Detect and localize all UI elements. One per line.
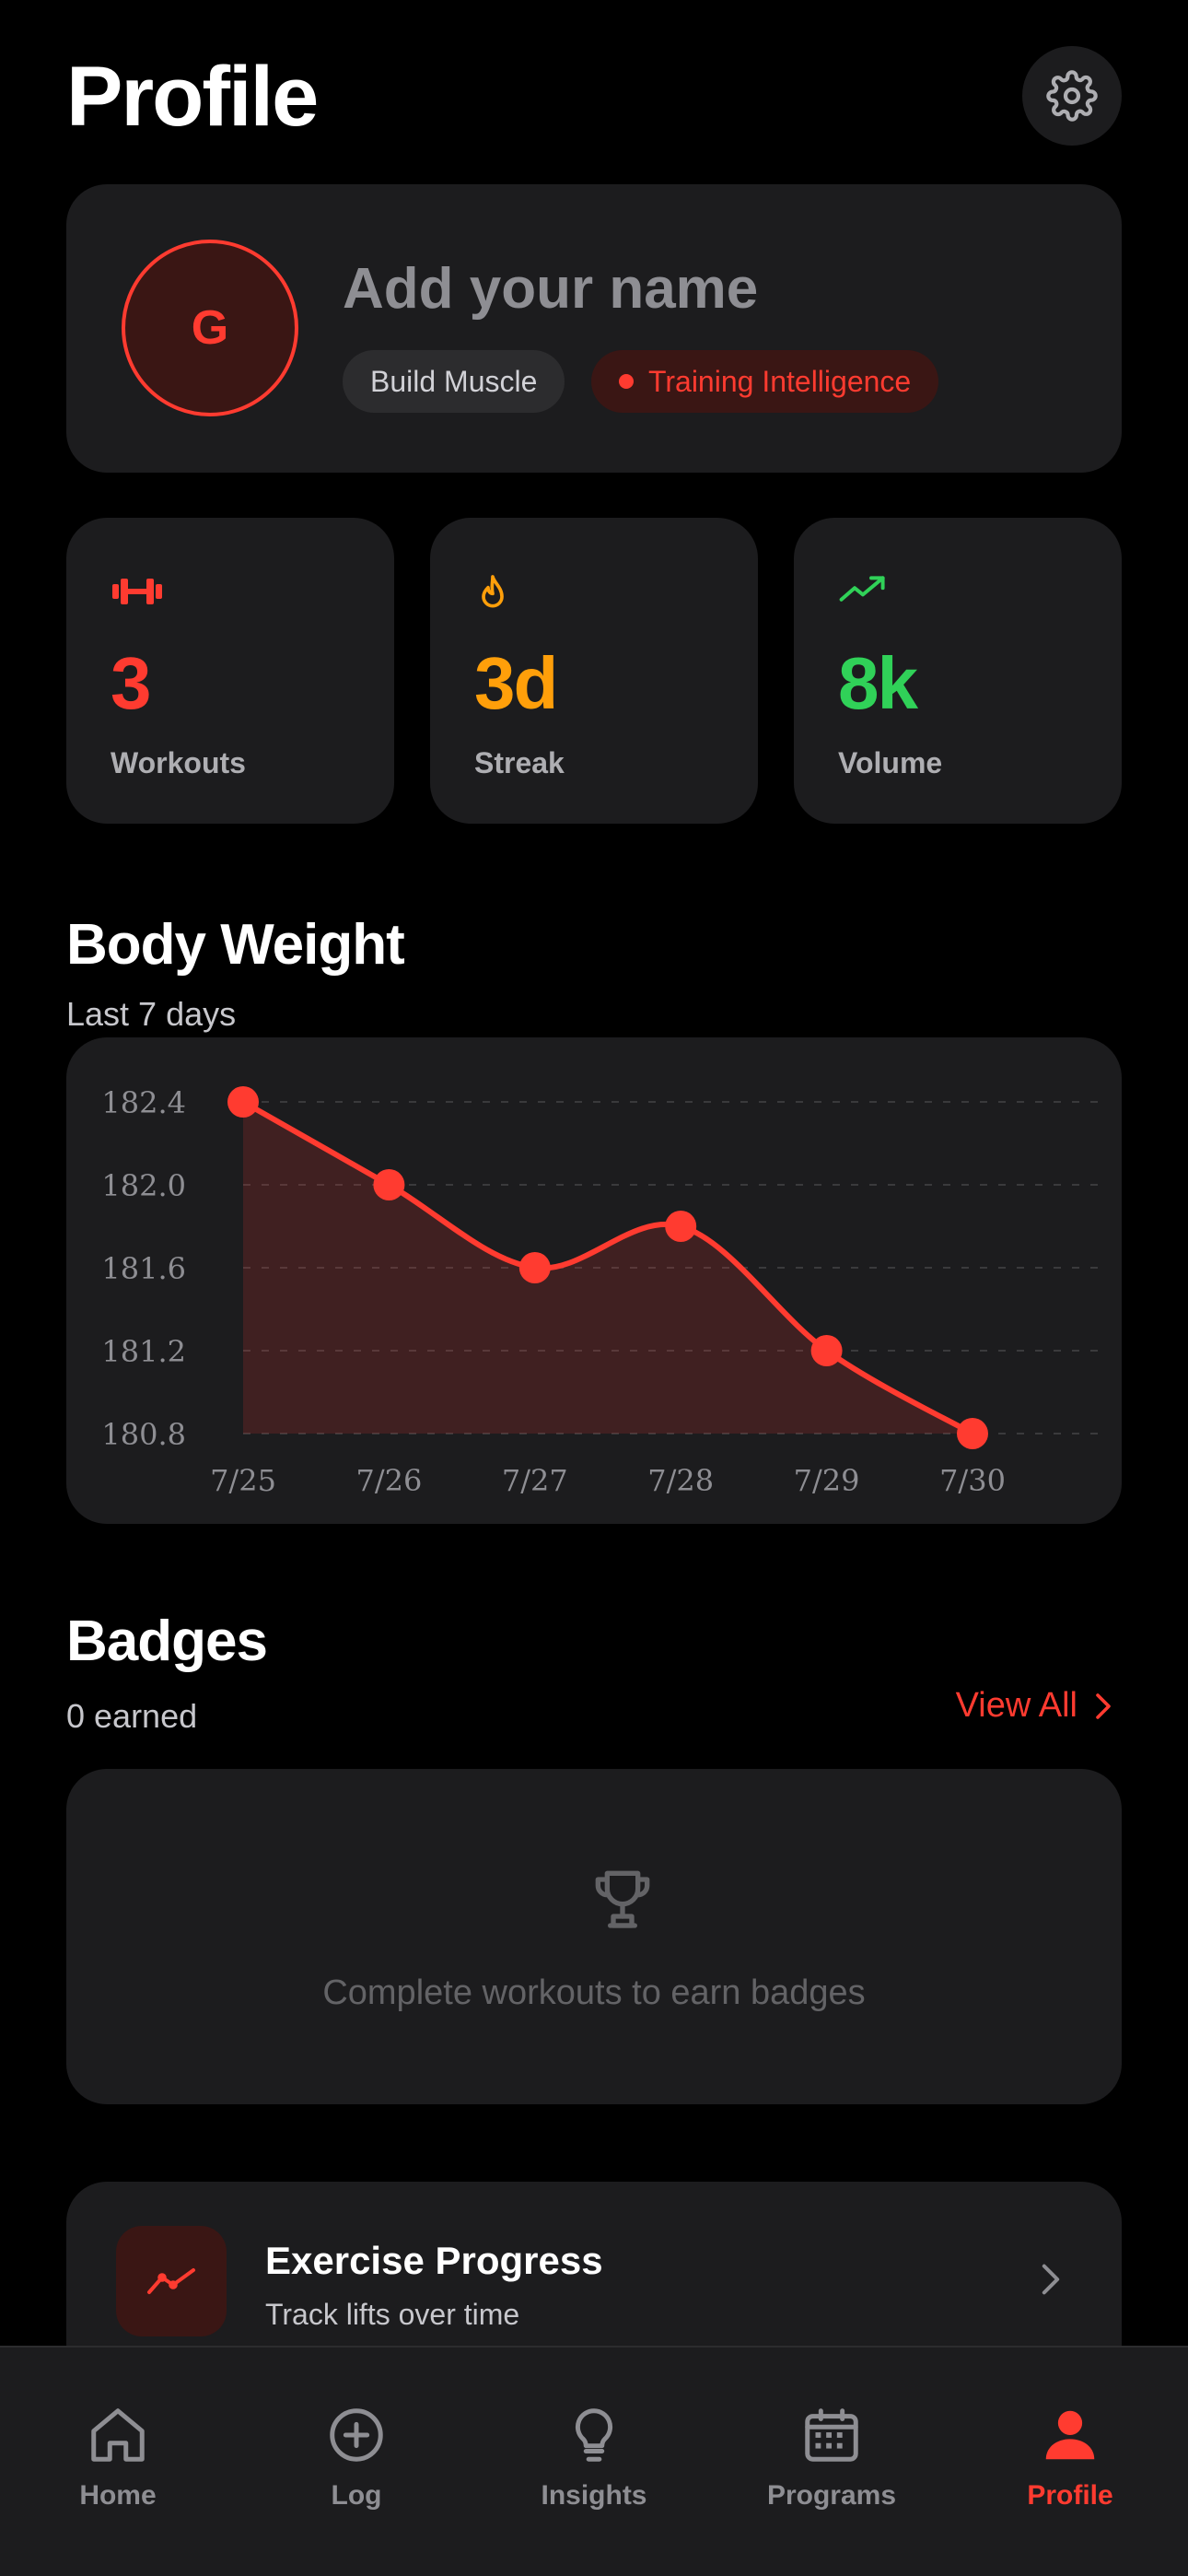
body-weight-title: Body Weight [66, 913, 405, 977]
progress-icon-tile [116, 2226, 227, 2336]
lightbulb-icon [575, 2408, 613, 2462]
goal-chip-label: Build Muscle [370, 364, 538, 398]
home-icon [91, 2408, 145, 2462]
tab-home[interactable]: Home [35, 2403, 201, 2532]
tab-profile[interactable]: Profile [987, 2403, 1153, 2532]
area-fill [243, 1102, 973, 1434]
tab-log[interactable]: Log [274, 2403, 439, 2532]
volume-value: 8k [838, 642, 918, 724]
trending-up-icon [147, 2268, 195, 2294]
y-tick-label: 181.6 [101, 1251, 186, 1286]
trending-up-icon [839, 576, 885, 602]
stat-card-workouts: 3 Workouts [66, 518, 394, 824]
gear-icon [1046, 70, 1098, 122]
x-tick-label: 7/27 [502, 1463, 568, 1498]
tab-profile-label: Profile [1027, 2480, 1113, 2511]
badges-title: Badges [66, 1610, 268, 1673]
volume-label: Volume [838, 746, 943, 779]
weight-chart-svg: 182.4 182.0 181.6 181.2 180.8 7/25 7/26 7/27 7/2… [101, 1085, 1098, 1498]
chevron-right-icon [1096, 1692, 1111, 1719]
data-point [227, 1086, 259, 1118]
goal-chip[interactable]: Build Muscle [343, 350, 565, 413]
training-intelligence-label: Training Intelligence [648, 364, 912, 398]
flame-icon [482, 575, 504, 608]
tab-programs[interactable]: Programs [749, 2403, 914, 2532]
tab-bar: Home Log Insights Programs Profile [0, 2346, 1188, 2576]
stat-card-streak: 3d Streak [430, 518, 758, 824]
x-tick-label: 7/26 [355, 1463, 422, 1498]
settings-button[interactable] [1022, 46, 1122, 146]
badges-subtitle: 0 earned [66, 1697, 198, 1735]
trophy-icon [595, 1870, 650, 1928]
name-placeholder[interactable]: Add your name [343, 256, 758, 322]
streak-value: 3d [474, 642, 558, 724]
data-point [810, 1335, 843, 1366]
tab-log-label: Log [331, 2480, 382, 2511]
stat-card-volume: 8k Volume [794, 518, 1122, 824]
x-tick-label: 7/25 [210, 1463, 276, 1498]
body-weight-subtitle: Last 7 days [66, 995, 237, 1033]
y-tick-label: 180.8 [101, 1417, 186, 1452]
workouts-value: 3 [111, 642, 151, 724]
person-icon [1045, 2410, 1095, 2460]
view-all-link[interactable]: View All [956, 1686, 1112, 1726]
streak-label: Streak [474, 746, 565, 779]
profile-card[interactable]: G Add your name Build Muscle Training In… [66, 184, 1122, 473]
data-point [518, 1252, 551, 1283]
calendar-icon [805, 2408, 858, 2462]
badges-empty-text: Complete workouts to earn badges [322, 1973, 866, 2012]
y-tick-label: 181.2 [101, 1334, 186, 1369]
page-title: Profile [66, 50, 319, 144]
x-tick-label: 7/28 [647, 1463, 714, 1498]
tab-programs-label: Programs [766, 2480, 897, 2511]
view-all-label: View All [955, 1686, 1077, 1725]
avatar[interactable]: G [122, 240, 298, 416]
tab-home-label: Home [79, 2480, 157, 2511]
status-dot [619, 374, 634, 389]
chevron-right-icon [1042, 2264, 1060, 2295]
data-point [957, 1418, 988, 1449]
tab-insights[interactable]: Insights [511, 2403, 677, 2532]
x-tick-label: 7/30 [939, 1463, 1006, 1498]
y-tick-label: 182.4 [101, 1085, 186, 1120]
badges-card: Complete workouts to earn badges [66, 1769, 1122, 2104]
exercise-progress-subtitle: Track lifts over time [265, 2298, 520, 2331]
exercise-progress-title: Exercise Progress [265, 2239, 603, 2282]
data-point [665, 1211, 697, 1242]
dumbbell-icon [112, 579, 162, 604]
training-intelligence-chip[interactable]: Training Intelligence [591, 350, 939, 413]
header: Profile [66, 46, 1122, 147]
workouts-label: Workouts [111, 746, 246, 779]
plus-circle-icon [330, 2408, 383, 2462]
body-weight-chart: 182.4 182.0 181.6 181.2 180.8 7/25 7/26 7/27 7/2… [66, 1037, 1122, 1524]
tab-insights-label: Insights [541, 2480, 647, 2511]
data-point [373, 1169, 405, 1200]
x-tick-label: 7/29 [794, 1463, 860, 1498]
y-tick-label: 182.0 [101, 1168, 186, 1203]
